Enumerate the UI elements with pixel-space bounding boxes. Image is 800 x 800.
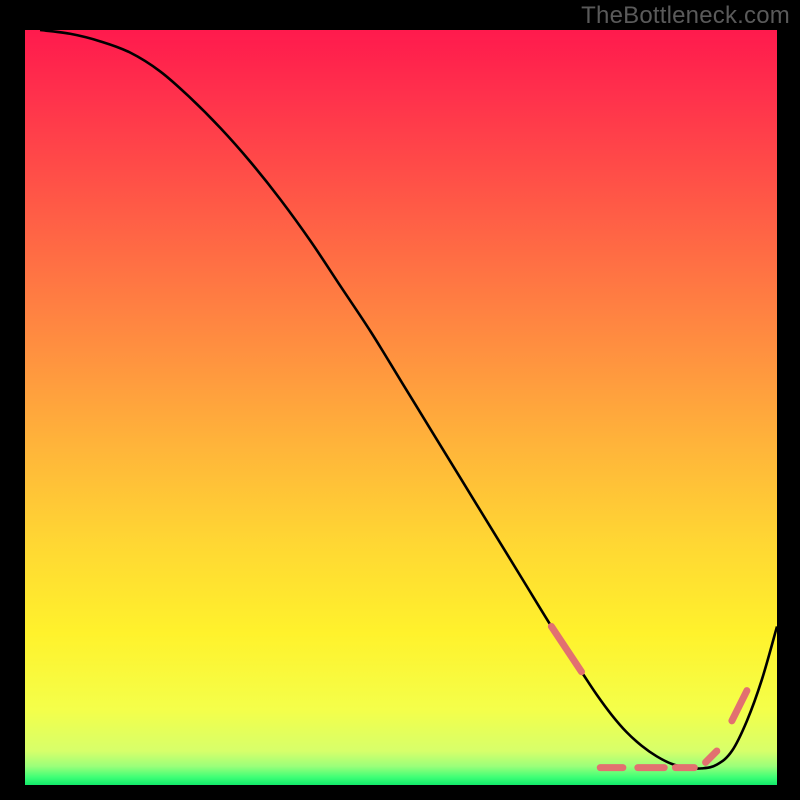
chart-svg	[25, 30, 777, 785]
gradient-background	[25, 30, 777, 785]
chart-frame: TheBottleneck.com	[0, 0, 800, 800]
attribution-label: TheBottleneck.com	[581, 2, 790, 30]
plot-area	[25, 30, 777, 785]
